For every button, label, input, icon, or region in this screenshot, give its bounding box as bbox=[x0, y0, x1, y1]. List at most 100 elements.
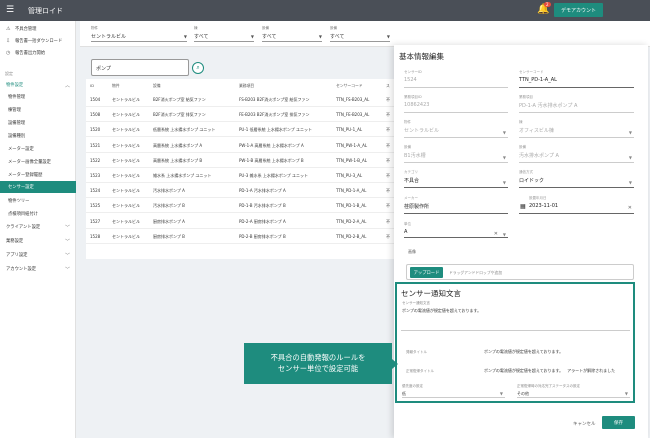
equipment-filter-2[interactable]: 設備 すべて ▼ bbox=[330, 26, 390, 42]
cancel-button[interactable]: キャンセル bbox=[573, 421, 596, 427]
sidebar-item-equipment-management[interactable]: 設備管理 bbox=[0, 117, 76, 129]
table-row[interactable]: 1522 セントラルビル 高層系統 上水揚水ポンプ B PW-1-B 高層系統 上水揚… bbox=[86, 153, 394, 168]
table-cell: 不 bbox=[386, 188, 390, 194]
dropdown-arrow-icon: ▼ bbox=[628, 155, 632, 160]
category-select[interactable]: カテゴリ 不具合 ▼ bbox=[404, 170, 508, 188]
clock-icon: ◷ bbox=[6, 49, 11, 56]
table-cell: TTN_PW-1-A_AL bbox=[336, 142, 368, 148]
notification-message-field[interactable]: センサー通知文言 ポンプの電流値が規定値を超えております。 bbox=[402, 301, 627, 314]
chevron-down-icon: ﹀ bbox=[64, 252, 70, 259]
table-cell: TTN_PD-1-A_AL bbox=[336, 188, 367, 194]
clear-icon[interactable]: ✕ bbox=[628, 205, 632, 211]
filter-bar: 物件 セントラルビル ▼ 棟すべて ▼ 設備 すべて ▼ 設備 すべて ▼ bbox=[80, 21, 650, 47]
table-row[interactable]: 1528 セントラルビル 厨房排水ポンプ B PD-2-B 厨房排水ポンプ B TTN_… bbox=[86, 229, 394, 244]
table-cell: TTN_PD-1-B_AL bbox=[336, 203, 367, 209]
dropdown-arrow-icon: ▼ bbox=[502, 130, 506, 135]
sidebar-item-account-settings[interactable]: アカウント設定 ﹀ bbox=[0, 263, 76, 275]
search-button[interactable]: ⌕ bbox=[192, 62, 204, 74]
sidebar-item-report-output[interactable]: ◷ 報告書出力開始 bbox=[0, 47, 76, 59]
alert-title-label: 発報タイトル bbox=[406, 350, 427, 354]
table-cell: 1508 bbox=[90, 112, 101, 118]
column-header-equipment: 設備 bbox=[153, 83, 161, 88]
table-cell: FE-B203 B2F消火ポンプ室 排気ファン bbox=[239, 112, 310, 118]
install-date-field[interactable]: 設置年月日 2023-11-01 ▦ ✕ bbox=[519, 196, 634, 214]
notification-badge: 2 bbox=[544, 2, 551, 7]
table-cell: 高層系統 上水揚水ポンプ B bbox=[153, 157, 203, 163]
sidebar-section-label: 設定 bbox=[5, 71, 13, 76]
table-row[interactable]: 1504 セントラルビル B2F消火ポンプ室 給気ファン FS-B203 B2F消火ポ… bbox=[86, 92, 394, 107]
calendar-icon[interactable]: ▦ bbox=[520, 203, 526, 210]
divider bbox=[401, 330, 630, 331]
alert-title-value[interactable]: ポンプの電流値が規定値を超えております。 bbox=[484, 349, 563, 355]
table-cell: セントラルビル bbox=[112, 203, 140, 209]
property-select: 物件 セントラルビル ▼ bbox=[404, 120, 508, 138]
equipment-filter[interactable]: 設備 すべて ▼ bbox=[262, 26, 322, 42]
table-row[interactable]: 1521 セントラルビル 高層系統 上水揚水ポンプ A PW-1-A 高層系統 上水揚… bbox=[86, 138, 394, 153]
table-cell: 不 bbox=[386, 203, 390, 209]
sidebar-item-property-management[interactable]: 物件管理 bbox=[0, 91, 76, 103]
column-header-id: ID bbox=[90, 83, 95, 88]
table-cell: 1523 bbox=[90, 173, 101, 178]
sidebar-item-meter-image-settings[interactable]: メーター画像全量設定 bbox=[0, 156, 76, 168]
sidebar-item-equipment-types[interactable]: 設備種別 bbox=[0, 130, 76, 142]
table-cell: 雑水系 上水揚水ポンプ ユニット bbox=[153, 173, 212, 178]
table-cell: セントラルビル bbox=[112, 112, 140, 118]
sidebar-item-sensor-settings[interactable]: センサー設定 bbox=[0, 181, 76, 193]
sidebar-item-client-settings[interactable]: クライアント設定 ﹀ bbox=[0, 221, 76, 233]
table-cell: 1520 bbox=[90, 127, 101, 133]
table-cell: 不 bbox=[386, 233, 390, 239]
table-row[interactable]: 1520 セントラルビル 低層系統 上水揚水ポンプ ユニット PU-1 低層系統 上水… bbox=[86, 122, 394, 138]
notification-section-title: センサー通知文言 bbox=[401, 289, 461, 298]
table-cell: 不 bbox=[386, 142, 390, 148]
table-row[interactable]: 1524 セントラルビル 汚水排水ポンプ A PD-1-A 汚水排水ポンプ A TTN_… bbox=[86, 183, 394, 199]
table-cell: 1522 bbox=[90, 157, 101, 163]
manufacturer-field[interactable]: メーカー 荏原製作所 bbox=[404, 196, 508, 214]
table-cell: セントラルビル bbox=[112, 157, 140, 163]
sidebar-item-property-tree[interactable]: 物件ツリー bbox=[0, 195, 76, 207]
property-filter[interactable]: 物件 セントラルビル ▼ bbox=[91, 26, 187, 42]
table-cell: PU-1 低層系統 上水揚水ポンプ ユニット bbox=[239, 127, 313, 133]
table-row[interactable]: 1527 セントラルビル 厨房排水ポンプ A PD-2-A 厨房排水ポンプ A TTN_… bbox=[86, 214, 394, 229]
sidebar-item-meter-settings[interactable]: メーター設定 bbox=[0, 143, 76, 155]
building-filter[interactable]: 棟すべて ▼ bbox=[194, 26, 254, 42]
sidebar-item-defects[interactable]: ⚠ 不具合管理 bbox=[0, 23, 76, 35]
callout-line-1: 不具合の自動発報のルールを bbox=[270, 353, 366, 362]
demo-account-button[interactable]: デモアカウント bbox=[554, 3, 603, 17]
dropdown-arrow-icon: ▼ bbox=[499, 391, 503, 396]
table-cell: セントラルビル bbox=[112, 97, 140, 102]
table-row[interactable]: 1508 セントラルビル B2F消火ポンプ室 排気ファン FE-B203 B2F消火ポ… bbox=[86, 107, 394, 123]
table-cell: PD-1-B 汚水排水ポンプ B bbox=[239, 203, 286, 209]
priority-select[interactable]: 優先度の設定低 ▼ bbox=[402, 384, 505, 398]
upload-button[interactable]: アップロード bbox=[410, 267, 443, 278]
sidebar-item-app-settings[interactable]: アプリ設定 ﹀ bbox=[0, 249, 76, 261]
sidebar-item-building-management[interactable]: 棟管理 bbox=[0, 104, 76, 116]
table-cell: PW-1-A 高層系統 上水揚水ポンプ A bbox=[239, 142, 304, 148]
sensor-code-field[interactable]: センサーコード TTN_PD-1-A_AL bbox=[519, 70, 634, 88]
table-row[interactable]: 1523 セントラルビル 雑水系 上水揚水ポンプ ユニット PU-3 雑水系 上水揚水… bbox=[86, 168, 394, 183]
search-input[interactable]: ポンプ bbox=[91, 59, 189, 76]
recovery-title-value[interactable]: ポンプの電流値が規定値を超えております。 アラートが解除されました bbox=[484, 368, 615, 374]
sidebar-item-business-settings[interactable]: 業務設定 ﹀ bbox=[0, 235, 76, 247]
chevron-down-icon: ﹀ bbox=[64, 266, 70, 273]
menu-icon[interactable]: ☰ bbox=[6, 6, 16, 15]
sidebar-group-property-settings[interactable]: 物件設定 ︿ bbox=[0, 79, 76, 91]
table-cell: 不 bbox=[386, 218, 390, 224]
sidebar-item-bulk-download[interactable]: ⇩ 報告書一括ダウンロード bbox=[0, 35, 76, 47]
table-cell: 不 bbox=[386, 173, 390, 178]
table-cell: 1525 bbox=[90, 203, 101, 209]
table-cell: 不 bbox=[386, 97, 390, 102]
communication-select[interactable]: 通信方式 ロイドック ▼ bbox=[519, 170, 634, 188]
recovery-status-select[interactable]: 正常復帰時の対応完了ステータスの設定 その他 ▼ bbox=[517, 384, 630, 398]
table-cell: TTN_PD-2-B_AL bbox=[336, 233, 367, 239]
table-cell: PD-2-B 厨房排水ポンプ B bbox=[239, 233, 286, 239]
sidebar-item-inspection-linking[interactable]: 点検項目紐付け bbox=[0, 208, 76, 220]
search-icon: ⌕ bbox=[196, 64, 200, 71]
save-button[interactable]: 保存 bbox=[602, 416, 635, 429]
table-cell: 不 bbox=[386, 112, 390, 118]
image-upload-area[interactable]: アップロード ドラッグアンドドロップや追加 bbox=[406, 264, 634, 280]
table-cell: セントラルビル bbox=[112, 233, 140, 239]
table-cell: PU-3 雑水系 上水揚水ポンプ ユニット bbox=[239, 173, 309, 178]
sidebar-item-meter-history[interactable]: メーター登録履歴 bbox=[0, 169, 76, 181]
table-row[interactable]: 1525 セントラルビル 汚水排水ポンプ B PD-1-B 汚水排水ポンプ B TTN_… bbox=[86, 198, 394, 214]
unit-select[interactable]: 単位 A ✕ ▼ bbox=[404, 222, 508, 238]
